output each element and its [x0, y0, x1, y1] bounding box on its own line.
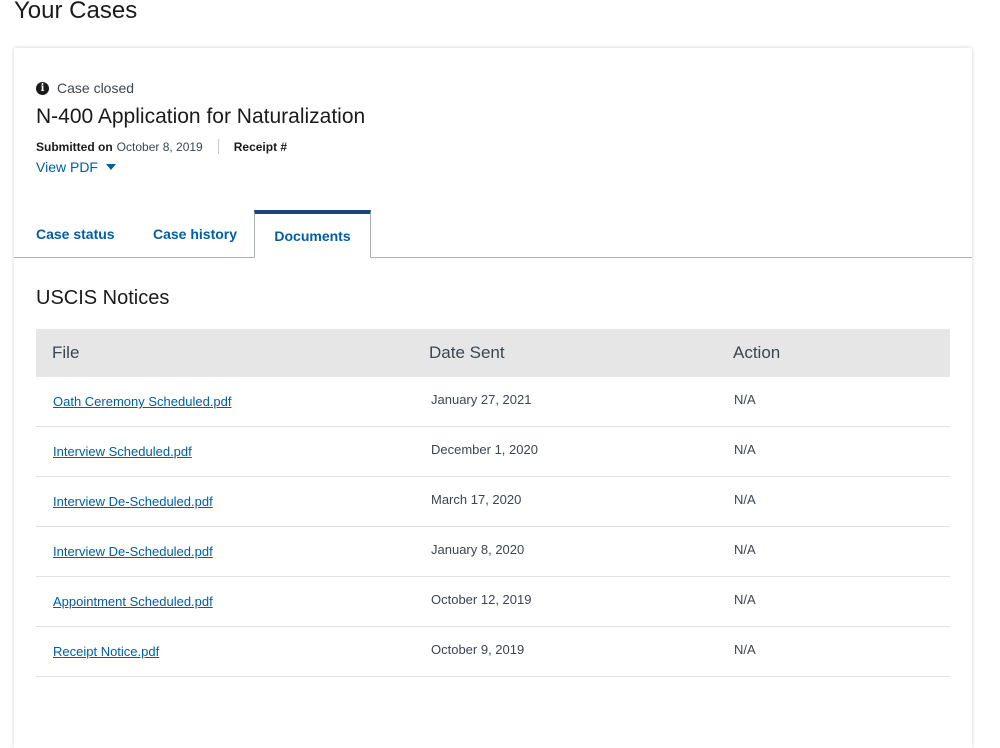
caret-down-icon — [105, 164, 116, 170]
column-header-file: File — [52, 343, 80, 362]
date-sent: January 8, 2020 — [431, 542, 525, 557]
receipt-label: Receipt # — [233, 139, 288, 154]
notices-title: USCIS Notices — [36, 287, 170, 309]
tab-case-history[interactable]: Case history — [153, 210, 237, 257]
case-status-text: Case closed — [57, 80, 135, 96]
info-icon: i — [36, 81, 49, 95]
table-row: Interview De-Scheduled.pdf January 8, 20… — [36, 527, 950, 577]
view-pdf-button[interactable]: View PDF — [36, 159, 116, 175]
file-link[interactable]: Interview De-Scheduled.pdf — [53, 494, 213, 509]
submitted-label: Submitted on — [36, 139, 113, 154]
tab-documents[interactable]: Documents — [254, 210, 371, 258]
view-pdf-label: View PDF — [36, 159, 98, 175]
table-header: File Date Sent Action — [36, 329, 950, 377]
tab-case-status[interactable]: Case status — [36, 210, 115, 257]
action-value: N/A — [734, 542, 756, 557]
file-link[interactable]: Oath Ceremony Scheduled.pdf — [53, 394, 232, 409]
table-row: Interview Scheduled.pdf December 1, 2020… — [36, 427, 950, 477]
date-sent: December 1, 2020 — [431, 442, 538, 457]
file-link[interactable]: Interview De-Scheduled.pdf — [53, 544, 213, 559]
notices-table: File Date Sent Action Oath Ceremony Sche… — [36, 329, 950, 677]
file-link[interactable]: Interview Scheduled.pdf — [53, 444, 192, 459]
table-row: Receipt Notice.pdf October 9, 2019 N/A — [36, 627, 950, 677]
column-header-action: Action — [733, 343, 781, 362]
submitted-date: October 8, 2019 — [116, 139, 203, 154]
date-sent: October 12, 2019 — [431, 592, 532, 607]
action-value: N/A — [734, 392, 756, 407]
column-header-date-sent: Date Sent — [429, 343, 505, 362]
action-value: N/A — [734, 442, 756, 457]
table-row: Interview De-Scheduled.pdf March 17, 202… — [36, 477, 950, 527]
table-row: Oath Ceremony Scheduled.pdf January 27, … — [36, 377, 950, 427]
date-sent: January 27, 2021 — [431, 392, 532, 407]
case-status-line: i Case closed — [36, 80, 134, 96]
action-value: N/A — [734, 492, 756, 507]
case-tabs: Case status Case history Documents — [14, 210, 972, 258]
case-meta: Submitted on October 8, 2019 Receipt # — [36, 139, 291, 154]
case-title: N-400 Application for Naturalization — [36, 105, 366, 128]
action-value: N/A — [734, 642, 756, 657]
date-sent: October 9, 2019 — [431, 642, 525, 657]
page-title: Your Cases — [14, 0, 138, 24]
date-sent: March 17, 2020 — [431, 492, 522, 507]
meta-divider — [217, 139, 219, 154]
file-link[interactable]: Receipt Notice.pdf — [53, 644, 159, 659]
file-link[interactable]: Appointment Scheduled.pdf — [53, 594, 213, 609]
case-card: i Case closed N-400 Application for Natu… — [14, 48, 972, 748]
action-value: N/A — [734, 592, 756, 607]
table-row: Appointment Scheduled.pdf October 12, 20… — [36, 577, 950, 627]
